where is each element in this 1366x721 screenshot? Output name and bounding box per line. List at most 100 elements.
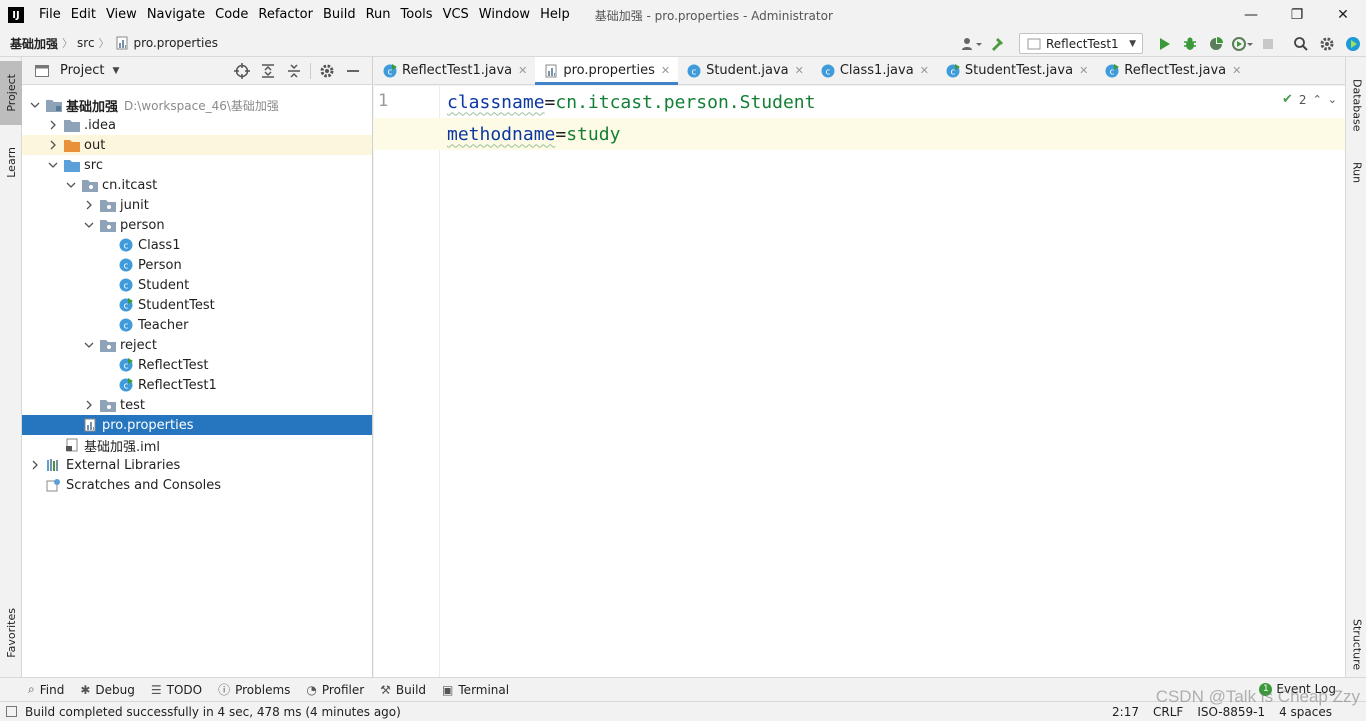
caret-position[interactable]: 2:17 (1112, 705, 1139, 719)
tree-item[interactable]: c Class1 (22, 235, 372, 255)
code-with-me-icon[interactable] (1341, 32, 1365, 56)
structure-tool-tab[interactable]: Structure (1346, 613, 1366, 677)
code-line[interactable]: classname = cn.itcast.person.Student (447, 86, 815, 118)
tool-button-build[interactable]: ⚒ Build (380, 683, 426, 697)
hide-panel-icon[interactable] (340, 64, 366, 78)
tree-item[interactable]: person (22, 215, 372, 235)
close-tab-icon[interactable]: ✕ (1232, 64, 1241, 77)
expand-all-icon[interactable] (255, 63, 281, 79)
breadcrumb-src[interactable]: src (73, 36, 99, 50)
collapse-all-icon[interactable] (281, 63, 307, 79)
breadcrumb-file[interactable]: pro.properties (110, 35, 222, 51)
tool-button-terminal[interactable]: ▣ Terminal (442, 683, 509, 697)
tree-item[interactable]: External Libraries (22, 455, 372, 475)
tree-item[interactable]: 基础加强.iml (22, 435, 372, 455)
tree-item[interactable]: src (22, 155, 372, 175)
close-tab-icon[interactable]: ✕ (661, 64, 670, 77)
stop-icon[interactable] (1256, 32, 1280, 56)
run-tool-tab[interactable]: Run (1346, 153, 1366, 193)
menu-file[interactable]: File (34, 0, 66, 30)
chevron-right-icon[interactable] (28, 458, 42, 472)
menu-edit[interactable]: Edit (66, 0, 101, 30)
tree-item[interactable]: 基础加强 D:\workspace_46\基础加强 (22, 95, 372, 115)
menu-vcs[interactable]: VCS (438, 0, 474, 30)
editor-tab[interactable]: c Class1.java ✕ (812, 57, 937, 84)
tool-button-find[interactable]: ⌕ Find (28, 682, 64, 697)
tree-item[interactable]: pro.properties (22, 415, 372, 435)
tree-item[interactable]: cn.itcast (22, 175, 372, 195)
settings-gear-icon[interactable] (1315, 32, 1339, 56)
next-highlight-icon[interactable]: ⌄ (1328, 93, 1337, 106)
close-tab-icon[interactable]: ✕ (795, 64, 804, 77)
menu-view[interactable]: View (101, 0, 142, 30)
panel-settings-gear-icon[interactable] (314, 63, 340, 79)
tree-item[interactable]: test (22, 395, 372, 415)
run-icon[interactable] (1152, 32, 1176, 56)
tool-button-todo[interactable]: ☰ TODO (151, 683, 202, 697)
menu-navigate[interactable]: Navigate (142, 0, 210, 30)
menu-build[interactable]: Build (318, 0, 361, 30)
user-dropdown-icon[interactable] (960, 32, 984, 56)
restore-button[interactable]: ❐ (1274, 0, 1320, 30)
line-separator[interactable]: CRLF (1153, 705, 1183, 719)
editor-tab[interactable]: c ReflectTest.java ✕ (1096, 57, 1249, 84)
tree-item[interactable]: out (22, 135, 372, 155)
previous-highlight-icon[interactable]: ⌃ (1313, 93, 1322, 106)
tree-item[interactable]: reject (22, 335, 372, 355)
chevron-down-icon[interactable]: ▼ (112, 66, 119, 76)
minimize-button[interactable]: — (1228, 0, 1274, 30)
editor-tab[interactable]: c Student.java ✕ (678, 57, 812, 84)
file-encoding[interactable]: ISO-8859-1 (1197, 705, 1265, 719)
chevron-down-icon[interactable] (46, 158, 60, 172)
menu-refactor[interactable]: Refactor (253, 0, 318, 30)
chevron-right-icon[interactable] (46, 118, 60, 132)
chevron-down-icon[interactable] (64, 178, 78, 192)
status-message[interactable]: Build completed successfully in 4 sec, 4… (25, 705, 401, 719)
indent-setting[interactable]: 4 spaces (1279, 705, 1332, 719)
search-everywhere-icon[interactable] (1289, 32, 1313, 56)
editor-tab[interactable]: pro.properties ✕ (535, 57, 679, 85)
menu-help[interactable]: Help (535, 0, 575, 30)
database-tool-tab[interactable]: Database (1346, 65, 1366, 145)
run-with-coverage-icon[interactable] (1204, 32, 1228, 56)
learn-tool-tab[interactable]: Learn (0, 137, 22, 187)
code-line[interactable]: methodname = study (447, 118, 620, 150)
chevron-right-icon[interactable] (82, 398, 96, 412)
close-window-button[interactable]: ✕ (1320, 0, 1366, 30)
tree-item[interactable]: Scratches and Consoles (22, 475, 372, 495)
tree-item[interactable]: c ReflectTest1 (22, 375, 372, 395)
chevron-right-icon[interactable] (46, 138, 60, 152)
tree-item[interactable]: c Teacher (22, 315, 372, 335)
close-tab-icon[interactable]: ✕ (920, 64, 929, 77)
tree-item[interactable]: c Person (22, 255, 372, 275)
locate-file-icon[interactable] (229, 63, 255, 79)
code-editor[interactable]: ✔ 2 ⌃ ⌄ classname = cn.itcast.person.Stude… (373, 86, 1345, 677)
menu-window[interactable]: Window (474, 0, 535, 30)
close-tab-icon[interactable]: ✕ (1079, 64, 1088, 77)
chevron-down-icon[interactable] (28, 98, 42, 112)
tree-item[interactable]: junit (22, 195, 372, 215)
tool-button-problems[interactable]: ⓘ Problems (218, 681, 290, 698)
inspection-widget[interactable]: ✔ 2 ⌃ ⌄ (1276, 92, 1337, 107)
debug-icon[interactable] (1178, 32, 1202, 56)
breadcrumb-project[interactable]: 基础加强 (0, 35, 62, 52)
menu-code[interactable]: Code (210, 0, 253, 30)
run-configuration-select[interactable]: ReflectTest1 ▼ (1019, 33, 1143, 54)
chevron-right-icon[interactable] (82, 198, 96, 212)
close-tab-icon[interactable]: ✕ (518, 64, 527, 77)
chevron-down-icon[interactable] (82, 338, 96, 352)
favorites-tool-tab[interactable]: Favorites (0, 597, 22, 669)
tree-item[interactable]: c ReflectTest (22, 355, 372, 375)
tree-item[interactable]: .idea (22, 115, 372, 135)
menu-tools[interactable]: Tools (396, 0, 438, 30)
chevron-down-icon[interactable] (82, 218, 96, 232)
toggle-tool-windows-icon[interactable] (6, 706, 17, 717)
tree-item[interactable]: c StudentTest (22, 295, 372, 315)
menu-run[interactable]: Run (361, 0, 396, 30)
build-hammer-icon[interactable] (986, 32, 1010, 56)
tree-item[interactable]: c Student (22, 275, 372, 295)
project-tool-tab[interactable]: Project (0, 61, 22, 125)
tool-button-debug[interactable]: ✱ Debug (80, 683, 135, 697)
tool-button-profiler[interactable]: ◔ Profiler (306, 683, 364, 697)
editor-tab[interactable]: c StudentTest.java ✕ (937, 57, 1096, 84)
